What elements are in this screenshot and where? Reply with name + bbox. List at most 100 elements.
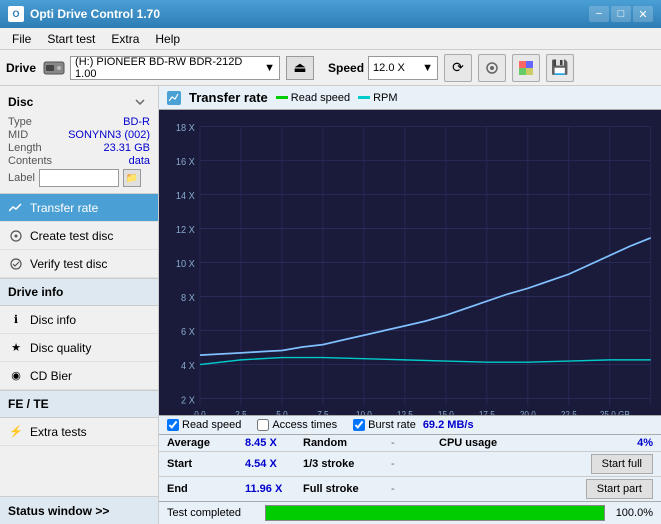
length-value: 23.31 GB [104, 142, 150, 154]
sidebar: Disc Type BD-R MID SONYNN3 (002) Length … [0, 86, 159, 524]
access-times-checkbox-item: Access times [257, 419, 337, 431]
burst-rate-checkbox-item: Burst rate 69.2 MB/s [353, 419, 473, 431]
svg-text:18 X: 18 X [176, 123, 195, 135]
svg-text:12 X: 12 X [176, 225, 195, 237]
drive-dropdown[interactable]: (H:) PIONEER BD-RW BDR-212D 1.00 ▼ [70, 56, 280, 80]
settings-button[interactable] [478, 54, 506, 82]
disc-info-icon: ℹ [8, 312, 24, 328]
create-test-disc-label: Create test disc [30, 229, 113, 243]
cd-bier-label: CD Bier [30, 369, 72, 383]
contents-label: Contents [8, 155, 52, 167]
svg-text:7.5: 7.5 [317, 409, 328, 415]
menu-start-test[interactable]: Start test [39, 30, 103, 48]
chart-title: Transfer rate [189, 90, 268, 105]
speed-dropdown-arrow: ▼ [422, 62, 433, 74]
legend-read-label: Read speed [291, 92, 350, 104]
mid-label: MID [8, 129, 28, 141]
nav-disc-quality[interactable]: ★ Disc quality [0, 334, 158, 362]
speed-label: Speed [328, 61, 364, 75]
average-label: Average [167, 437, 237, 449]
nav-extra-tests[interactable]: ⚡ Extra tests [0, 418, 158, 446]
verify-test-disc-icon [8, 256, 24, 272]
start-full-button[interactable]: Start full [591, 454, 653, 474]
progress-percent: 100.0% [613, 507, 653, 519]
label-label: Label [8, 172, 35, 184]
fe-te-header[interactable]: FE / TE [0, 390, 158, 418]
chart-wrapper: 18 X 16 X 14 X 12 X 10 X 8 X 6 X 4 X 2 X… [159, 110, 661, 415]
window-controls: − □ ✕ [589, 6, 653, 22]
label-folder-button[interactable]: 📁 [123, 169, 141, 187]
nav-disc-info[interactable]: ℹ Disc info [0, 306, 158, 334]
disc-expand-button[interactable] [130, 92, 150, 112]
content-area: Transfer rate Read speed RPM [159, 86, 661, 524]
disc-quality-label: Disc quality [30, 341, 91, 355]
chart-legend-row: Read speed Access times Burst rate 69.2 … [159, 415, 661, 434]
drive-info-header[interactable]: Drive info [0, 278, 158, 306]
verify-test-disc-label: Verify test disc [30, 257, 107, 271]
chart-icon [167, 91, 181, 105]
disc-quality-icon: ★ [8, 340, 24, 356]
speed-section: Speed 12.0 X ▼ [328, 56, 438, 80]
app-icon: O [8, 6, 24, 22]
average-value: 8.45 X [245, 437, 295, 449]
nav-create-test-disc[interactable]: Create test disc [0, 222, 158, 250]
start-label: Start [167, 458, 237, 470]
maximize-button[interactable]: □ [611, 6, 631, 22]
full-stroke-label: Full stroke [303, 483, 383, 495]
stats-start-row: Start 4.54 X 1/3 stroke - Start full [159, 451, 661, 476]
svg-text:16 X: 16 X [176, 157, 195, 169]
color-button[interactable] [512, 54, 540, 82]
svg-text:15.0: 15.0 [438, 409, 454, 415]
status-text: Test completed [167, 507, 257, 519]
read-speed-checkbox-item: Read speed [167, 419, 241, 431]
cpu-label: CPU usage [439, 437, 629, 449]
chart-header: Transfer rate Read speed RPM [159, 86, 661, 110]
read-speed-checkbox-label: Read speed [182, 419, 241, 431]
refresh-button[interactable]: ⟳ [444, 54, 472, 82]
svg-text:10 X: 10 X [176, 259, 195, 271]
extra-tests-label: Extra tests [30, 425, 87, 439]
length-label: Length [8, 142, 42, 154]
fe-te-label: FE / TE [8, 397, 49, 411]
toolbar: Drive (H:) PIONEER BD-RW BDR-212D 1.00 ▼… [0, 50, 661, 86]
nav-verify-test-disc[interactable]: Verify test disc [0, 250, 158, 278]
disc-title: Disc [8, 95, 33, 109]
start-value: 4.54 X [245, 458, 295, 470]
title-bar: O Opti Drive Control 1.70 − □ ✕ [0, 0, 661, 28]
menu-extra[interactable]: Extra [103, 30, 147, 48]
legend-read-dot [276, 96, 288, 99]
start-part-button[interactable]: Start part [586, 479, 653, 499]
eject-button[interactable]: ⏏ [286, 56, 314, 80]
status-window-button[interactable]: Status window >> [0, 496, 158, 524]
svg-text:14 X: 14 X [176, 191, 195, 203]
legend-rpm-dot [358, 96, 370, 99]
access-times-checkbox[interactable] [257, 419, 269, 431]
progress-bar [265, 505, 605, 521]
menu-help[interactable]: Help [147, 30, 188, 48]
create-test-disc-icon [8, 228, 24, 244]
progress-section: Test completed 100.0% [159, 501, 661, 524]
transfer-rate-label: Transfer rate [30, 201, 98, 215]
drive-label: Drive [6, 61, 36, 75]
svg-text:17.5: 17.5 [479, 409, 495, 415]
read-speed-checkbox[interactable] [167, 419, 179, 431]
stats-average-row: Average 8.45 X Random - CPU usage 4% [159, 434, 661, 451]
nav-cd-bier[interactable]: ◉ CD Bier [0, 362, 158, 390]
status-window-label: Status window >> [8, 504, 109, 518]
burst-rate-checkbox[interactable] [353, 419, 365, 431]
speed-dropdown[interactable]: 12.0 X ▼ [368, 56, 438, 80]
label-input[interactable] [39, 169, 119, 187]
menu-bar: File Start test Extra Help [0, 28, 661, 50]
svg-text:22.5: 22.5 [561, 409, 577, 415]
end-label: End [167, 483, 237, 495]
stroke13-label: 1/3 stroke [303, 458, 383, 470]
svg-text:4 X: 4 X [181, 361, 195, 373]
close-button[interactable]: ✕ [633, 6, 653, 22]
save-button[interactable]: 💾 [546, 54, 574, 82]
drive-select: (H:) PIONEER BD-RW BDR-212D 1.00 ▼ ⏏ [42, 56, 314, 80]
svg-text:2 X: 2 X [181, 395, 195, 407]
menu-file[interactable]: File [4, 30, 39, 48]
svg-text:10.0: 10.0 [356, 409, 372, 415]
nav-transfer-rate[interactable]: Transfer rate [0, 194, 158, 222]
minimize-button[interactable]: − [589, 6, 609, 22]
